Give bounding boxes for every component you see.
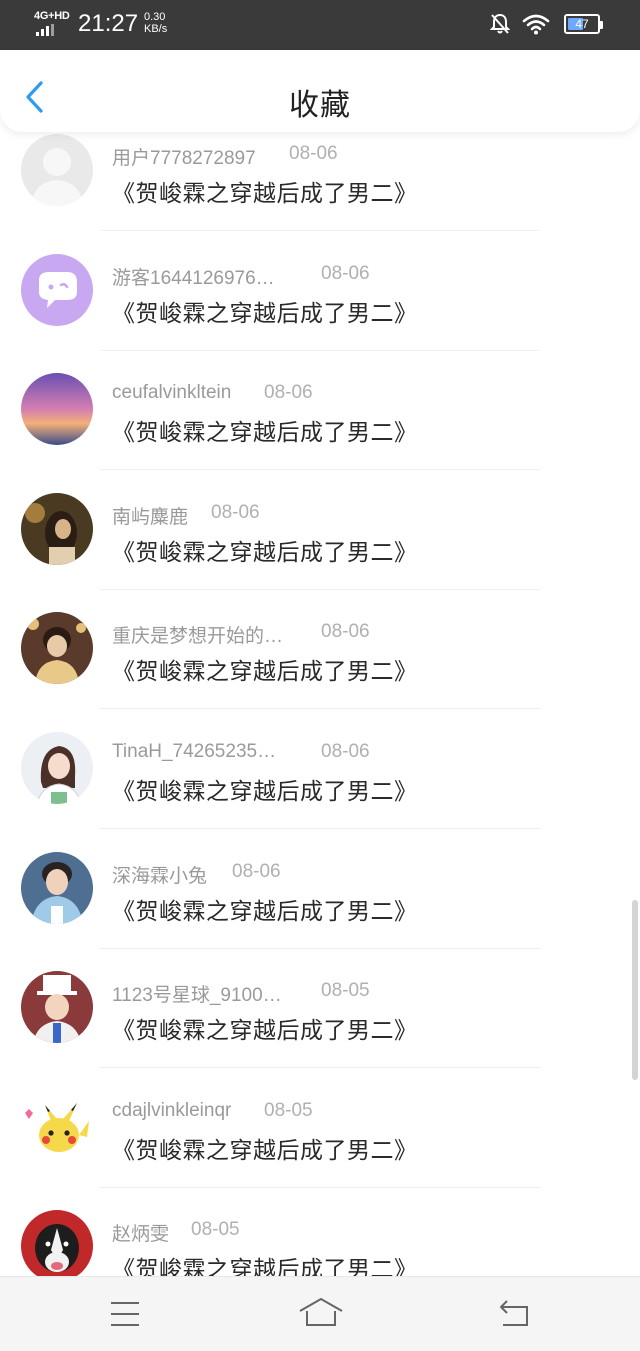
list-item[interactable]: ceufalvinkltein 08-06 《贺峻霖之穿越后成了男二》: [0, 359, 640, 479]
item-username: TinaH_74265235…: [112, 740, 277, 762]
item-title: 《贺峻霖之穿越后成了男二》: [112, 419, 418, 446]
item-username: cdajlvinkleinqr: [112, 1099, 232, 1121]
item-date: 08-05: [191, 1219, 240, 1241]
avatar: [21, 1090, 93, 1163]
battery-level: 47: [575, 17, 589, 31]
list-item[interactable]: 游客1644126976… 08-06 《贺峻霖之穿越后成了男二》: [0, 240, 640, 360]
item-title: 《贺峻霖之穿越后成了男二》: [112, 538, 418, 565]
list-item[interactable]: cdajlvinkleinqr 08-05 《贺峻霖之穿越后成了男二》: [0, 1077, 640, 1197]
status-bar: 4G+HD 21:27 0.30 KB/s 47: [0, 0, 640, 50]
menu-icon: [111, 1302, 139, 1326]
avatar: [21, 971, 93, 1044]
item-username: 深海霖小兔: [112, 865, 208, 887]
item-title: 《贺峻霖之穿越后成了男二》: [112, 299, 418, 326]
item-date: 08-06: [232, 860, 281, 882]
item-date: 08-06: [321, 262, 370, 284]
item-title: 《贺峻霖之穿越后成了男二》: [112, 897, 418, 924]
list-item[interactable]: 1123号星球_9100… 08-05 《贺峻霖之穿越后成了男二》: [0, 957, 640, 1077]
list-item[interactable]: 深海霖小兔 08-06 《贺峻霖之穿越后成了男二》: [0, 838, 640, 958]
list-item[interactable]: TinaH_74265235… 08-06 《贺峻霖之穿越后成了男二》: [0, 718, 640, 838]
system-nav-bar: [0, 1276, 640, 1351]
item-username: 赵炳雯: [112, 1224, 170, 1246]
wifi-icon: [522, 13, 550, 35]
item-username: 1123号星球_9100…: [112, 985, 282, 1007]
network-speed: 0.30 KB/s: [144, 11, 167, 35]
divider: [100, 1186, 540, 1188]
scrollbar[interactable]: [632, 900, 638, 1080]
menu-button[interactable]: [105, 1297, 145, 1331]
network-indicator: 4G+HD: [34, 10, 72, 38]
avatar: [21, 731, 93, 804]
item-title: 《贺峻霖之穿越后成了男二》: [112, 180, 418, 206]
avatar: [21, 851, 93, 924]
back-icon: [500, 1300, 528, 1326]
clock: 21:27: [78, 10, 139, 37]
item-title: 《贺峻霖之穿越后成了男二》: [112, 1136, 418, 1163]
bell-off-icon: [490, 13, 510, 35]
avatar: [21, 1210, 93, 1283]
item-username: 游客1644126976…: [112, 267, 275, 289]
item-date: 08-05: [264, 1099, 313, 1121]
item-date: 08-06: [321, 621, 370, 643]
favorites-list: 用户7778272897 08-06 《贺峻霖之穿越后成了男二》 游客16441…: [0, 120, 640, 1316]
item-date: 08-06: [289, 143, 338, 164]
battery-icon: 47: [564, 14, 603, 34]
avatar: [21, 373, 93, 446]
avatar: [21, 253, 93, 326]
status-icons: 47: [490, 13, 603, 35]
speed-value: 0.30: [144, 11, 166, 23]
page-title: 收藏: [289, 89, 351, 122]
list-item[interactable]: 南屿麋鹿 08-06 《贺峻霖之穿越后成了男二》: [0, 479, 640, 599]
header: 收藏: [0, 50, 640, 132]
divider: [100, 588, 540, 590]
avatar: [21, 492, 93, 565]
list-item[interactable]: 重庆是梦想开始的… 08-06 《贺峻霖之穿越后成了男二》: [0, 598, 640, 718]
network-label: 4G+HD: [34, 10, 70, 22]
item-title: 《贺峻霖之穿越后成了男二》: [112, 1017, 418, 1044]
item-username: 用户7778272897: [112, 148, 256, 169]
divider: [100, 708, 540, 710]
item-date: 08-06: [321, 740, 370, 762]
avatar: [21, 612, 93, 685]
divider: [100, 230, 540, 231]
divider: [100, 469, 540, 471]
divider: [100, 947, 540, 949]
home-button[interactable]: [298, 1297, 344, 1331]
item-date: 08-06: [264, 382, 313, 404]
divider: [100, 349, 540, 351]
divider: [100, 827, 540, 829]
item-title: 《贺峻霖之穿越后成了男二》: [112, 777, 418, 804]
avatar: [21, 134, 93, 206]
item-title: 《贺峻霖之穿越后成了男二》: [112, 658, 418, 685]
speed-unit: KB/s: [144, 23, 168, 35]
divider: [100, 1067, 540, 1069]
item-username: 重庆是梦想开始的…: [112, 626, 284, 648]
item-username: ceufalvinkltein: [112, 382, 232, 404]
list-item[interactable]: 用户7778272897 08-06 《贺峻霖之穿越后成了男二》: [0, 120, 640, 240]
item-date: 08-06: [211, 501, 260, 523]
item-username: 南屿麋鹿: [112, 506, 189, 528]
home-icon: [299, 1298, 343, 1326]
item-date: 08-05: [321, 980, 370, 1002]
back-nav-button[interactable]: [495, 1297, 535, 1331]
